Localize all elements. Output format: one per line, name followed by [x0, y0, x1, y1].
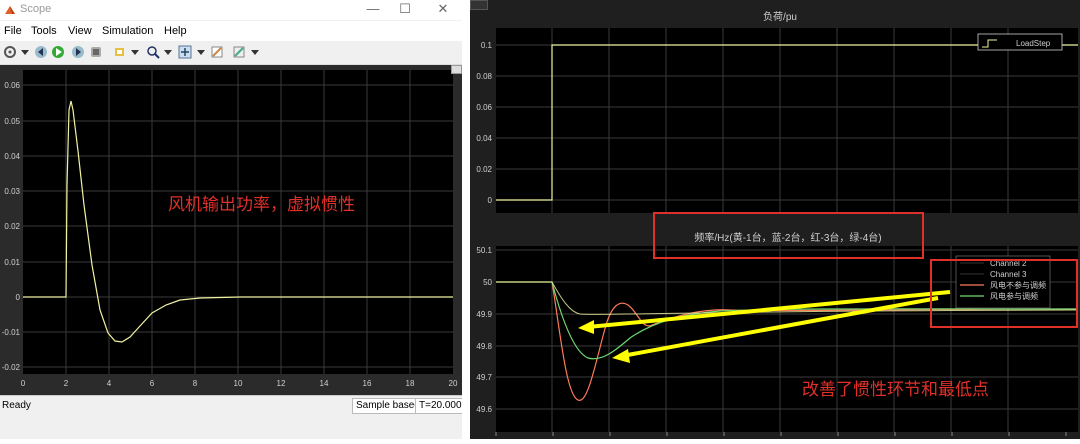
dropdown-arrow-icon[interactable]	[161, 45, 175, 59]
frequency-scope-window: 负荷/pu 0.1 0.08 0.06 0.04 0.02 0 LoadStep 频率/H…	[470, 0, 1080, 439]
menu-view[interactable]: View	[68, 25, 92, 37]
status-ready: Ready	[2, 400, 31, 411]
x-tick-label: 18	[406, 379, 415, 388]
y-tick-label: 49.9	[476, 310, 492, 319]
dropdown-arrow-icon[interactable]	[128, 45, 142, 59]
y-tick-label: 0.01	[4, 258, 20, 267]
zoom-icon[interactable]	[146, 45, 160, 59]
y-tick-label: 0.02	[476, 165, 492, 174]
y-tick-label: 0.04	[4, 152, 20, 161]
dropdown-arrow-icon[interactable]	[18, 45, 32, 59]
load-plot-title: 负荷/pu	[763, 10, 797, 23]
power-scope-plot[interactable]: 0.06 0.05 0.04 0.03 0.02 0.01 0 -0.01 -0.02 0 2 4 6…	[0, 65, 462, 395]
menu-bar: File Tools View Simulation Help	[0, 21, 462, 41]
x-tick-label: 20	[449, 379, 458, 388]
minimize-button[interactable]: —	[358, 1, 388, 16]
y-tick-label: 49.7	[476, 373, 492, 382]
x-tick-label: 6	[150, 379, 155, 388]
step-back-icon[interactable]	[34, 45, 48, 59]
x-tick-label: 0	[21, 379, 26, 388]
autoscale-icon[interactable]	[178, 45, 192, 59]
properties-icon[interactable]	[210, 45, 224, 59]
corner-expand-icon[interactable]	[451, 65, 462, 74]
run-icon[interactable]	[51, 45, 65, 59]
y-tick-label: 0	[16, 293, 21, 302]
dropdown-arrow-icon[interactable]	[194, 45, 208, 59]
status-time: T=20.000	[415, 398, 466, 414]
menu-tools[interactable]: Tools	[31, 25, 57, 37]
y-tick-label: 0.05	[4, 117, 20, 126]
y-tick-label: 0.02	[4, 222, 20, 231]
matlab-icon	[5, 6, 15, 14]
x-tick-label: 14	[320, 379, 329, 388]
freq-annotation: 改善了惯性环节和最低点	[802, 380, 989, 400]
y-tick-label: 0.06	[476, 103, 492, 112]
settings-gear-icon[interactable]	[3, 45, 17, 59]
y-tick-label: 0.04	[476, 134, 492, 143]
menu-simulation[interactable]: Simulation	[102, 25, 153, 37]
step-forward-icon[interactable]	[71, 45, 85, 59]
y-tick-label: 0.08	[476, 72, 492, 81]
toolbar	[0, 41, 462, 65]
scope-window: Scope — ☐ ✕ File Tools View Simulation H…	[0, 0, 466, 439]
y-tick-label: 0	[488, 196, 493, 205]
close-button[interactable]: ✕	[428, 1, 458, 17]
y-tick-label: 50.1	[476, 246, 492, 255]
x-tick-label: 8	[193, 379, 198, 388]
legend-highlight-box	[930, 259, 1078, 328]
y-tick-label: 49.6	[476, 405, 492, 414]
y-tick-label: 0.03	[4, 187, 20, 196]
load-plot-area	[496, 28, 1078, 213]
x-tick-label: 12	[277, 379, 286, 388]
style-icon[interactable]	[232, 45, 246, 59]
power-chart: 0.06 0.05 0.04 0.03 0.02 0.01 0 -0.01 -0.02 0 2 4 6…	[2, 70, 458, 388]
x-tick-label: 16	[363, 379, 372, 388]
y-tick-label: 0.06	[4, 81, 20, 90]
menu-file[interactable]: File	[4, 25, 22, 37]
title-highlight-box	[653, 212, 924, 259]
menu-help[interactable]: Help	[164, 25, 187, 37]
y-tick-label: -0.02	[2, 363, 21, 372]
status-bar: Ready Sample based T=20.000	[0, 395, 466, 416]
stop-icon[interactable]	[89, 45, 103, 59]
x-tick-label: 10	[234, 379, 243, 388]
window-title: Scope	[20, 3, 52, 15]
y-tick-label: 49.8	[476, 342, 492, 351]
x-tick-label: 4	[107, 379, 112, 388]
y-tick-label: 50	[483, 278, 492, 287]
y-tick-label: 0.1	[481, 41, 493, 50]
highlight-icon[interactable]	[113, 45, 127, 59]
maximize-button[interactable]: ☐	[390, 1, 420, 17]
title-bar: Scope — ☐ ✕	[0, 0, 462, 20]
load-legend-label: LoadStep	[1016, 39, 1051, 48]
corner-expand-icon[interactable]	[470, 0, 488, 10]
x-tick-label: 2	[64, 379, 69, 388]
left-annotation: 风机输出功率，虚拟惯性	[168, 195, 355, 215]
window-gap	[462, 0, 470, 439]
y-tick-label: -0.01	[2, 328, 21, 337]
status-sample-mode: Sample based	[352, 398, 424, 414]
dropdown-arrow-icon[interactable]	[248, 45, 262, 59]
